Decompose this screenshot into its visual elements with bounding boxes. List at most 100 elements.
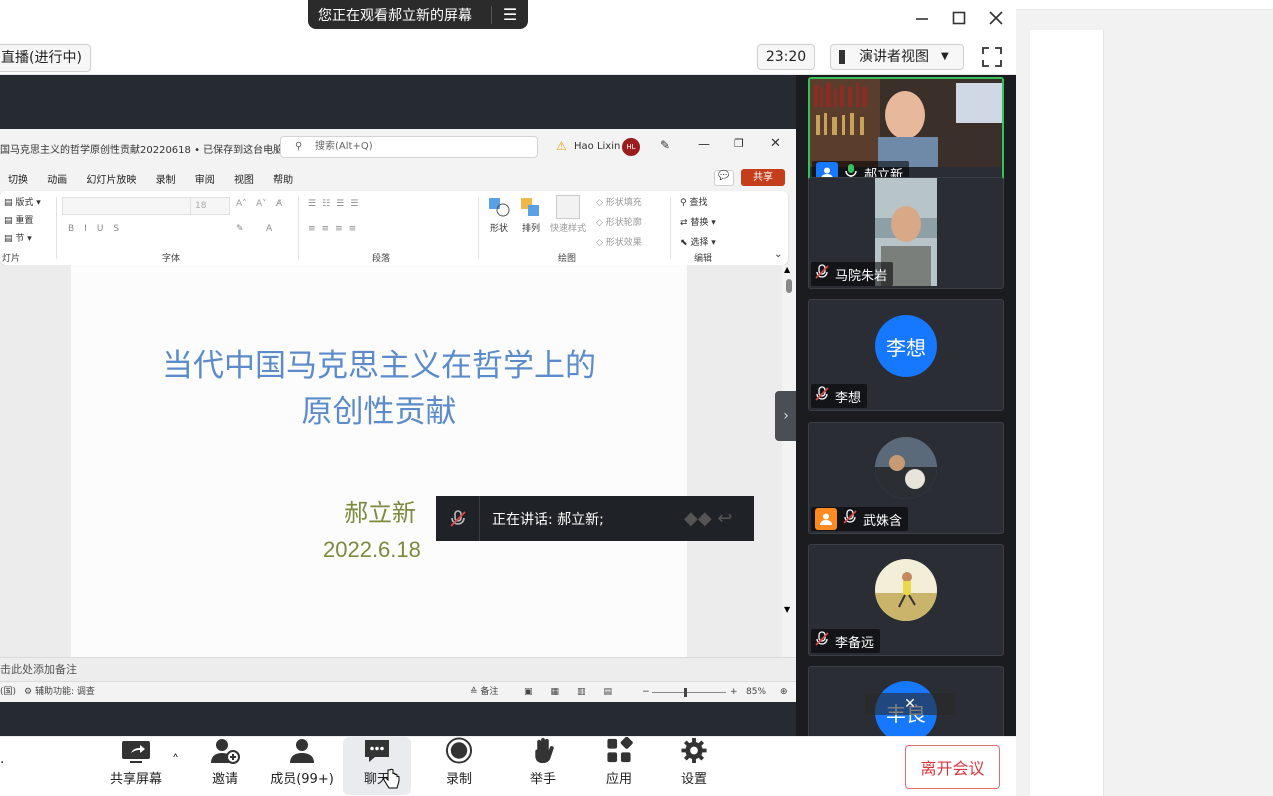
view-buttons[interactable]: ▣▦▥▤ xyxy=(524,682,630,703)
minimize-icon[interactable]: — xyxy=(698,137,710,151)
zoom-out-icon[interactable]: − xyxy=(642,682,650,703)
arrange-label[interactable]: 排列 xyxy=(522,221,540,234)
ppt-share-button[interactable]: 共享 xyxy=(741,169,785,186)
comment-icon[interactable]: 💬 xyxy=(714,170,734,186)
vertical-scrollbar[interactable]: ▲ ▼ xyxy=(782,265,796,657)
shapes-label[interactable]: 形状 xyxy=(490,221,508,234)
chevron-up-icon[interactable]: ˄ xyxy=(172,753,179,769)
participant-tile[interactable]: 郝立新 xyxy=(808,77,1004,189)
group-label-slides: 灯片 xyxy=(2,254,21,264)
arrange-icon[interactable] xyxy=(520,197,542,217)
menu-item-review[interactable]: 审阅 xyxy=(195,175,215,186)
raise-hand-button[interactable]: 举手 xyxy=(520,737,566,795)
mic-muted-icon xyxy=(815,631,829,651)
slide-author[interactable]: 郝立新 xyxy=(344,493,416,528)
align-buttons[interactable]: ≡≡≡≡ xyxy=(308,224,362,234)
menu-item-animations[interactable]: 动画 xyxy=(47,175,67,186)
chat-button[interactable]: 聊天 xyxy=(343,737,411,795)
mic-muted-icon[interactable] xyxy=(436,496,480,541)
participants-panel[interactable]: 郝立新 马院朱岩 李想 李想 武姝含 李备远 ✕ xyxy=(796,75,1016,736)
chevron-down-icon[interactable]: ⌄ xyxy=(774,249,782,260)
layout-button[interactable]: ▤ 版式 ▾ xyxy=(4,195,41,208)
ppt-menu-bar: 切换 动画 幻灯片放映 录制 审阅 视图 帮助 xyxy=(0,165,796,189)
shape-outline-button[interactable]: ◇ 形状轮廓 xyxy=(596,215,642,228)
restore-icon[interactable]: ❐ xyxy=(734,137,744,150)
warning-icon[interactable]: ⚠ xyxy=(556,139,567,153)
chevron-right-icon: › xyxy=(783,408,789,424)
close-icon[interactable]: ✕ xyxy=(770,136,781,151)
highlight-icon[interactable]: ✎ xyxy=(236,224,244,234)
avatar xyxy=(875,437,937,499)
avatar[interactable]: HL xyxy=(622,138,640,156)
menu-item-help[interactable]: 帮助 xyxy=(273,175,293,186)
close-icon[interactable]: ✕ xyxy=(865,693,955,715)
ppt-file-title[interactable]: 国马克思主义的哲学原创性贡献20220618 • 已保存到这台电脑 ▾ xyxy=(0,141,291,156)
accessibility-status[interactable]: ⚙ 辅助功能: 调查 xyxy=(24,682,95,703)
shape-fill-button[interactable]: ◇ 形状填充 xyxy=(596,195,642,208)
slide-date[interactable]: 2022.6.18 xyxy=(323,537,421,563)
zoom-in-icon[interactable]: + xyxy=(730,682,738,703)
live-status[interactable]: 直播(进行中) xyxy=(0,44,91,72)
participant-tile[interactable]: 李备远 xyxy=(808,544,1004,656)
clear-format-icon[interactable]: A̸ xyxy=(276,199,282,209)
scroll-up-icon[interactable]: ▲ xyxy=(784,265,790,274)
quick-styles-label[interactable]: 快速样式 xyxy=(550,221,586,234)
minimize-button[interactable] xyxy=(907,6,937,30)
zoom-slider-thumb[interactable] xyxy=(684,688,687,697)
zoom-slider[interactable] xyxy=(652,692,726,693)
ppt-user-name[interactable]: Hao Lixin xyxy=(574,141,620,152)
participant-tile[interactable]: 李想 李想 xyxy=(808,299,1004,411)
slide-title[interactable]: 当代中国马克思主义在哲学上的 原创性贡献 xyxy=(71,343,687,435)
font-style-buttons[interactable]: BIUS xyxy=(68,224,129,234)
menu-icon[interactable]: ☰ xyxy=(492,5,528,24)
select-button[interactable]: ⬉ 选择 ▾ xyxy=(680,235,716,248)
more-icon[interactable]: · xyxy=(0,755,4,771)
maximize-button[interactable] xyxy=(944,6,974,30)
grow-font-icon[interactable]: A˄ xyxy=(236,199,247,209)
slide[interactable]: 当代中国马克思主义在哲学上的 原创性贡献 郝立新 2022.6.18 xyxy=(71,265,687,657)
invite-button[interactable]: 邀请 xyxy=(200,737,250,795)
reset-button[interactable]: ▤ 重置 xyxy=(4,213,33,226)
quick-styles-icon[interactable] xyxy=(556,195,580,219)
notes-toggle[interactable]: ≙ 备注 xyxy=(470,682,498,703)
share-banner[interactable]: 您正在观看郝立新的屏幕 ☰ xyxy=(308,0,528,29)
speaking-indicator[interactable]: 正在讲话: 郝立新; ◆◆ ↩ xyxy=(436,496,754,541)
view-mode-select[interactable]: 演讲者视图 ▼ xyxy=(830,44,964,70)
find-button[interactable]: ⚲ 查找 xyxy=(680,195,707,208)
participant-tile[interactable]: 丰良 ✕ xyxy=(808,666,1004,736)
members-icon xyxy=(290,739,314,763)
menu-item-slideshow[interactable]: 幻灯片放映 xyxy=(86,175,136,186)
participant-tile[interactable]: 马院朱岩 xyxy=(808,177,1004,289)
shape-effects-button[interactable]: ◇ 形状效果 xyxy=(596,235,642,248)
slide-title-line-2: 原创性贡献 xyxy=(301,394,457,430)
fullscreen-button[interactable] xyxy=(980,45,1004,69)
leave-meeting-button[interactable]: 离开会议 xyxy=(905,745,1000,789)
powerpoint-window: 国马克思主义的哲学原创性贡献20220618 • 已保存到这台电脑 ▾ ⚲ 搜索… xyxy=(0,129,796,702)
menu-item-transitions[interactable]: 切换 xyxy=(8,175,28,186)
shapes-icon[interactable] xyxy=(488,197,510,217)
fit-slide-icon[interactable]: ⊕ xyxy=(780,682,788,703)
section-button[interactable]: ▤ 节 ▾ xyxy=(4,231,32,244)
reply-icon[interactable]: ◆◆ ↩ xyxy=(684,508,754,529)
close-button[interactable] xyxy=(981,6,1011,30)
font-color-icon[interactable]: A xyxy=(266,224,272,234)
pen-icon[interactable]: ✎ xyxy=(660,138,670,152)
participant-tile[interactable]: 武姝含 xyxy=(808,422,1004,534)
zoom-level[interactable]: 85% xyxy=(746,682,766,703)
settings-button[interactable]: 设置 xyxy=(671,737,717,795)
shrink-font-icon[interactable]: A˅ xyxy=(256,199,267,209)
replace-button[interactable]: ⇄ 替换 ▾ xyxy=(680,215,716,228)
scrollbar-thumb[interactable] xyxy=(786,279,792,293)
font-size-select[interactable]: 18 xyxy=(190,197,230,215)
record-button[interactable]: 录制 xyxy=(436,737,482,795)
ppt-search-input[interactable]: ⚲ 搜索(Alt+Q) xyxy=(280,136,538,158)
panel-collapse-button[interactable]: › xyxy=(775,391,797,441)
menu-item-record[interactable]: 录制 xyxy=(156,175,176,186)
apps-button[interactable]: 应用 xyxy=(596,737,642,795)
scroll-down-icon[interactable]: ▼ xyxy=(784,605,790,614)
notes-pane[interactable]: 击此处添加备注 xyxy=(0,657,796,681)
menu-item-view[interactable]: 视图 xyxy=(234,175,254,186)
list-buttons[interactable]: ☰☷☰☰ xyxy=(308,199,364,209)
members-button[interactable]: 成员(99+) xyxy=(266,737,338,795)
share-screen-button[interactable]: 共享屏幕 xyxy=(104,737,168,795)
